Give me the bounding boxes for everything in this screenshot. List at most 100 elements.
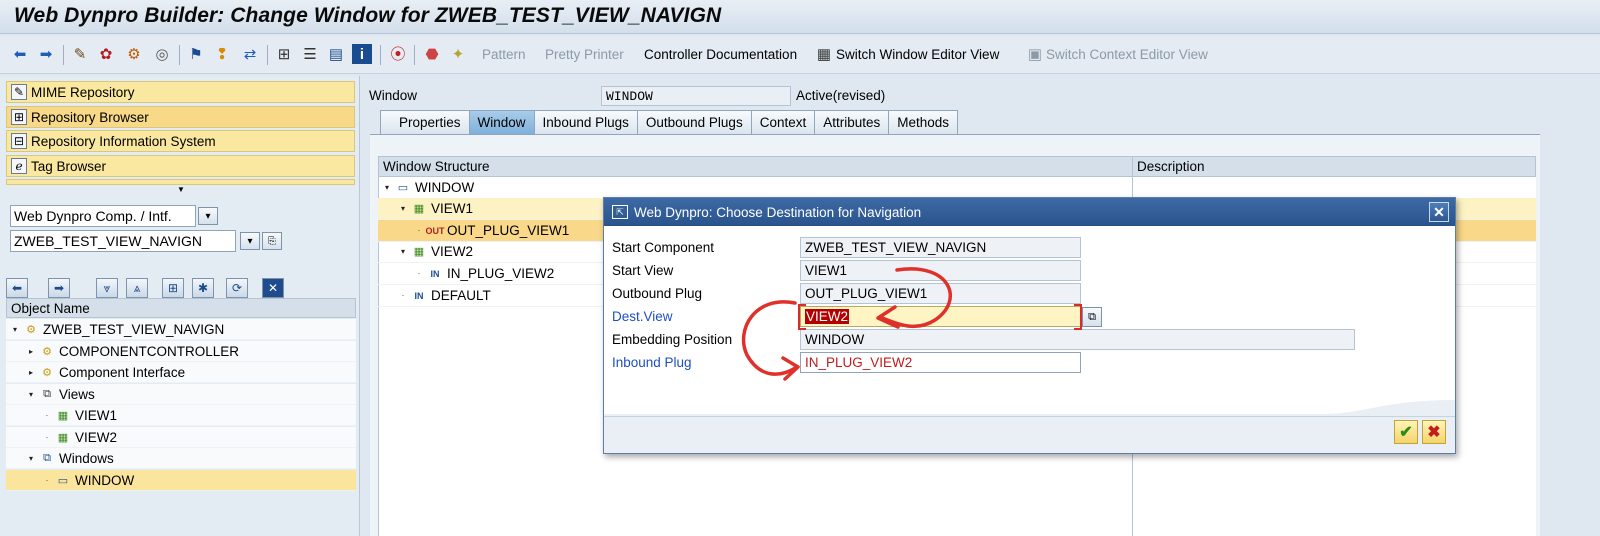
- activate-icon[interactable]: ⚙: [124, 44, 144, 64]
- object-name-input[interactable]: ZWEB_TEST_VIEW_NAVIGN: [10, 230, 236, 252]
- tree-row-componentcontroller[interactable]: ▸ ⚙ COMPONENTCONTROLLER: [6, 341, 356, 362]
- title-bar: Web Dynpro Builder: Change Window for ZW…: [0, 0, 1600, 34]
- pretty-printer-button[interactable]: Pretty Printer: [545, 47, 624, 62]
- switch-context-editor-button[interactable]: Switch Context Editor View: [1046, 47, 1208, 62]
- tree-row-component-interface[interactable]: ▸ ⚙ Component Interface: [6, 362, 356, 383]
- tree-expanded-icon[interactable]: ▾: [398, 247, 408, 256]
- start-view-field: VIEW1: [800, 260, 1081, 281]
- tree-row-label: Windows: [59, 450, 114, 466]
- structure-row-label: OUT_PLUG_VIEW1: [447, 223, 570, 238]
- application-toolbar: ⬅ ➡ ✎ ✿ ⚙ ◎ ⚑ ❢ ⇄ ⊞ ☰ ▤ i ⦿ ⬣ ✦ Pattern …: [0, 36, 1600, 74]
- tree-row-views[interactable]: ▾ ⧉ Views: [6, 384, 356, 405]
- tab-context[interactable]: Context: [750, 110, 816, 134]
- view-icon: ▦: [57, 431, 69, 444]
- tree-row-label: ZWEB_TEST_VIEW_NAVIGN: [43, 321, 225, 337]
- structure-row-window[interactable]: ▾ ▭ WINDOW: [378, 177, 1536, 199]
- repository-browser-label: Repository Browser: [31, 109, 149, 125]
- tree-row-window[interactable]: · ▭ WINDOW: [6, 470, 356, 491]
- object-type-dropdown-icon[interactable]: ▾: [198, 207, 218, 225]
- tree-leaf-dot-icon: ·: [401, 291, 405, 300]
- tree-expanded-icon[interactable]: ▾: [26, 454, 36, 463]
- stop-icon[interactable]: ⬣: [422, 44, 442, 64]
- tree-forward-icon[interactable]: ➡: [48, 278, 70, 298]
- value-help-icon[interactable]: ⧉: [1082, 307, 1102, 327]
- tree-row-component[interactable]: ▾ ⚙ ZWEB_TEST_VIEW_NAVIGN: [6, 319, 356, 340]
- window-icon: ▭: [397, 182, 409, 194]
- tree-expanded-icon[interactable]: ▾: [10, 325, 20, 334]
- where-used-icon[interactable]: ⚑: [186, 44, 206, 64]
- close-dialog-button[interactable]: ✕: [1429, 202, 1449, 222]
- tree-expanded-icon[interactable]: ▾: [398, 204, 408, 213]
- controller-icon: ⚙: [42, 345, 52, 358]
- layout-icon[interactable]: ▤: [326, 44, 346, 64]
- tree-expanded-icon[interactable]: ▾: [26, 390, 36, 399]
- tree-expanded-icon[interactable]: ▾: [382, 183, 392, 192]
- window-title: Web Dynpro Builder: Change Window for ZW…: [14, 4, 722, 27]
- expand-caret-icon[interactable]: ▼: [177, 185, 185, 194]
- outbound-plug-field: OUT_PLUG_VIEW1: [800, 283, 1081, 304]
- stack-icon[interactable]: ☰: [300, 44, 320, 64]
- inbound-plug-field[interactable]: IN_PLUG_VIEW2: [800, 352, 1081, 373]
- display-object-icon[interactable]: ⎘: [262, 232, 282, 250]
- expand-all-icon[interactable]: ⩔: [96, 278, 118, 298]
- breakpoint-icon[interactable]: ⦿: [388, 44, 408, 64]
- object-name-dropdown-icon[interactable]: ▾: [240, 232, 260, 250]
- refresh-icon[interactable]: ⟳: [226, 278, 248, 298]
- forward-arrow-icon[interactable]: ➡: [36, 44, 56, 64]
- outbound-plug-icon: OUT: [425, 225, 445, 236]
- change-display-icon[interactable]: ✎: [70, 44, 90, 64]
- tag-browser-button[interactable]: ℯ Tag Browser: [6, 155, 355, 177]
- hierarchy-icon[interactable]: ⊞: [274, 44, 294, 64]
- start-view-label: Start View: [612, 263, 674, 278]
- display-object-list-icon[interactable]: ❢: [212, 44, 232, 64]
- close-tree-icon[interactable]: ✕: [262, 278, 284, 298]
- dialog-footer: [604, 416, 1455, 453]
- interface-icon: ⚙: [42, 366, 52, 379]
- mime-repository-button[interactable]: ✎ MIME Repository: [6, 81, 355, 103]
- tree-collapsed-icon[interactable]: ▸: [26, 347, 36, 356]
- back-arrow-icon[interactable]: ⬅: [10, 44, 30, 64]
- info-icon[interactable]: i: [352, 44, 372, 64]
- check-icon[interactable]: ✿: [96, 44, 116, 64]
- tab-window[interactable]: Window: [468, 110, 535, 134]
- object-type-select[interactable]: Web Dynpro Comp. / Intf.: [10, 205, 196, 227]
- structure-row-label: DEFAULT: [431, 288, 491, 303]
- hierarchy-tree-icon[interactable]: ⊞: [162, 278, 184, 298]
- view-icon: ▦: [413, 246, 425, 258]
- tab-attributes[interactable]: Attributes: [814, 110, 890, 134]
- toolbar-separator: [380, 45, 381, 65]
- tab-outbound-plugs[interactable]: Outbound Plugs: [636, 110, 752, 134]
- mime-repository-label: MIME Repository: [31, 84, 135, 100]
- tree-row-view2[interactable]: · ▦ VIEW2: [6, 427, 356, 448]
- pattern-button[interactable]: Pattern: [482, 47, 526, 62]
- cancel-button[interactable]: ✖: [1422, 420, 1446, 444]
- tree-row-label: Component Interface: [59, 364, 186, 380]
- test-icon[interactable]: ◎: [152, 44, 172, 64]
- dest-view-value: VIEW2: [805, 309, 850, 324]
- dest-view-label: Dest.View: [612, 309, 673, 324]
- dest-view-field[interactable]: VIEW2: [800, 306, 1081, 327]
- repository-browser-button[interactable]: ⊞ Repository Browser: [6, 106, 355, 128]
- navigation-icon[interactable]: ⇄: [240, 44, 260, 64]
- tree-row-label: Views: [59, 386, 95, 402]
- repository-browser-icon: ⊞: [11, 109, 27, 125]
- component-icon: ⚙: [26, 323, 36, 336]
- tab-inbound-plugs[interactable]: Inbound Plugs: [533, 110, 638, 134]
- collapse-all-icon[interactable]: ⩓: [126, 278, 148, 298]
- embedding-position-label: Embedding Position: [612, 332, 733, 347]
- dialog-body: Start Component ZWEB_TEST_VIEW_NAVIGN St…: [604, 226, 1455, 416]
- tree-row-view1[interactable]: · ▦ VIEW1: [6, 405, 356, 426]
- tree-back-icon[interactable]: ⬅: [6, 278, 28, 298]
- tree-row-windows[interactable]: ▾ ⧉ Windows: [6, 448, 356, 469]
- tab-methods[interactable]: Methods: [888, 110, 959, 134]
- controller-documentation-button[interactable]: Controller Documentation: [644, 47, 797, 62]
- tab-properties[interactable]: Properties: [380, 110, 470, 134]
- structure-row-label: IN_PLUG_VIEW2: [447, 266, 555, 281]
- switch-window-editor-button[interactable]: Switch Window Editor View: [836, 47, 999, 62]
- tree-collapsed-icon[interactable]: ▸: [26, 368, 36, 377]
- wizard-icon[interactable]: ✦: [448, 44, 468, 64]
- confirm-button[interactable]: ✔: [1394, 420, 1418, 444]
- repository-information-system-button[interactable]: ⊟ Repository Information System: [6, 130, 355, 152]
- description-header: Description: [1132, 156, 1536, 177]
- settings-icon[interactable]: ✱: [192, 278, 214, 298]
